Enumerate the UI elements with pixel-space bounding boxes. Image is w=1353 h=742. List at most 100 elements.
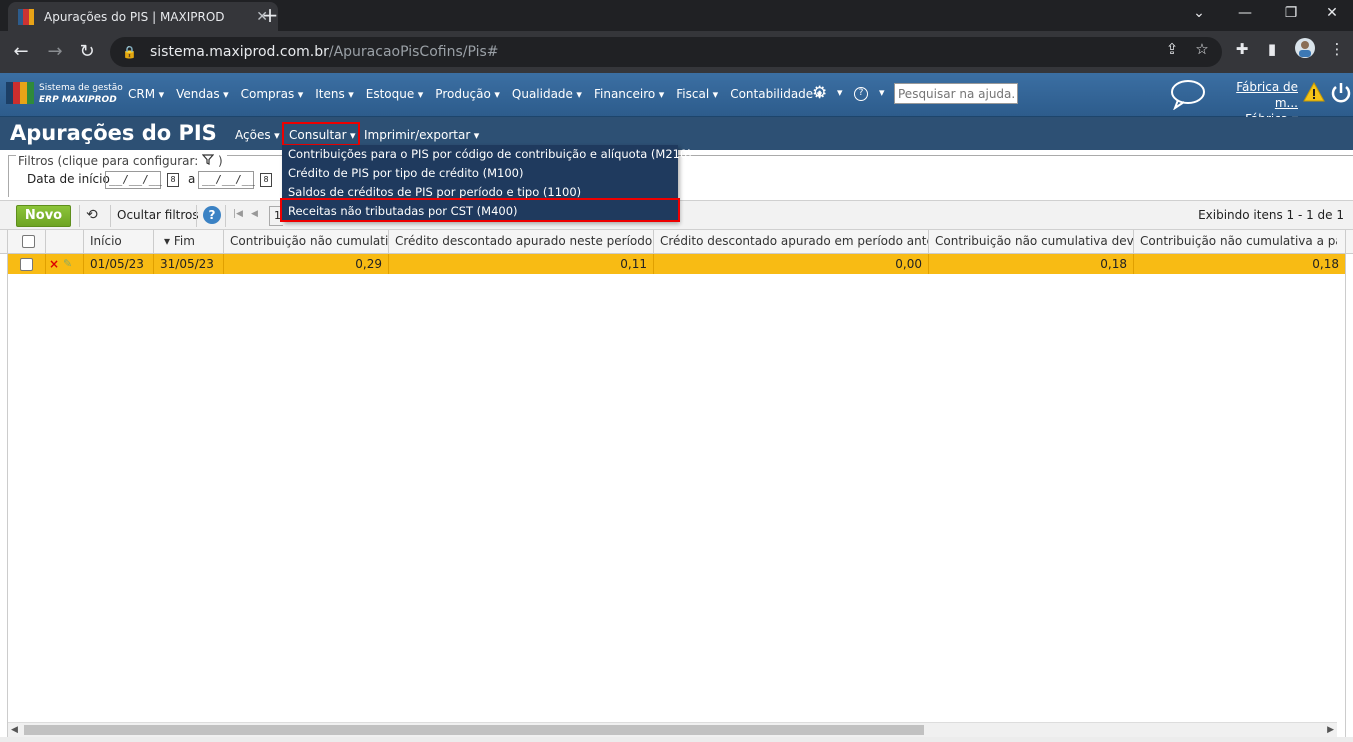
col-credito-periodo[interactable]: Crédito descontado apurado neste período — [389, 230, 654, 254]
company-link[interactable]: Fábrica de m... — [1214, 79, 1298, 111]
cell-contribuicao-pagar: 0,18 — [1312, 257, 1339, 271]
toolbar-separator — [225, 205, 226, 227]
col-contribuicao-devida[interactable]: Contribuição não cumulativa devida — [929, 230, 1134, 254]
row-actions-cell: × ✎ — [46, 254, 84, 274]
settings-dropdown-arrow-icon[interactable]: ▾ — [837, 86, 843, 99]
menu-itens[interactable]: Itens — [315, 87, 354, 101]
m400-highlight — [280, 198, 680, 222]
first-page-icon[interactable]: |◀ — [233, 209, 243, 219]
address-bar[interactable]: 🔒 sistema.maxiprod.com.br/ApuracaoPisCof… — [110, 37, 1222, 67]
scrollbar-thumb[interactable] — [24, 725, 924, 735]
chrome-menu-icon[interactable]: ⋮ — [1325, 37, 1349, 61]
novo-button[interactable]: Novo — [16, 205, 71, 227]
help-icon[interactable]: ? — [854, 87, 868, 101]
scroll-right-icon[interactable]: ▶ — [1327, 723, 1334, 738]
menu-acoes[interactable]: Ações — [235, 128, 280, 142]
calendar-to-icon[interactable]: 8 — [260, 173, 272, 187]
col-fim[interactable]: ▾ Fim — [154, 230, 224, 254]
browser-toolbar: ← → ↻ 🔒 sistema.maxiprod.com.br/Apuracao… — [0, 31, 1353, 73]
col-inicio[interactable]: Início — [84, 230, 154, 254]
logo-text: Sistema de gestão ERP MAXIPROD — [39, 82, 123, 106]
calendar-from-icon[interactable]: 8 — [167, 173, 179, 187]
menu-compras[interactable]: Compras — [241, 87, 304, 101]
extensions-puzzle-icon[interactable]: ✚ — [1230, 37, 1254, 61]
forward-button[interactable]: → — [42, 39, 68, 65]
help-search-input[interactable] — [894, 83, 1018, 104]
ocultar-filtros-button[interactable]: Ocultar filtros — [117, 208, 199, 222]
cell-fim: 31/05/23 — [154, 254, 224, 274]
help-dropdown-arrow-icon[interactable]: ▾ — [879, 86, 885, 99]
date-to-input[interactable]: __/__/__ — [198, 171, 255, 189]
cell-inicio: 01/05/23 — [84, 254, 154, 274]
col-contribuicao[interactable]: Contribuição não cumulativa — [224, 230, 389, 254]
browser-tab[interactable]: Apurações do PIS | MAXIPROD ✕ — [8, 2, 278, 31]
bottom-edge — [0, 737, 1353, 742]
close-window-button[interactable]: ✕ — [1309, 0, 1353, 31]
filter-funnel-icon[interactable] — [201, 154, 218, 168]
date-start-label: Data de início — [27, 172, 110, 186]
browser-tab-bar: Apurações do PIS | MAXIPROD ✕ + ⌄ — ❐ ✕ — [0, 0, 1353, 31]
option-m210[interactable]: Contribuições para o PIS por código de c… — [288, 145, 692, 164]
share-icon[interactable]: ⇪ — [1160, 37, 1184, 61]
consultar-highlight — [282, 122, 360, 146]
menu-producao[interactable]: Produção — [435, 87, 500, 101]
menu-qualidade[interactable]: Qualidade — [512, 87, 582, 101]
menu-fiscal[interactable]: Fiscal — [676, 87, 718, 101]
filters-legend-text: Filtros (clique para configurar: — [18, 154, 199, 168]
bookmark-star-icon[interactable]: ☆ — [1190, 37, 1214, 61]
side-panel-icon[interactable]: ▮ — [1260, 37, 1284, 61]
col-contribuicao-pagar[interactable]: Contribuição não cumulativa a pagar — [1134, 230, 1337, 254]
scroll-left-icon[interactable]: ◀ — [11, 723, 18, 738]
menu-vendas[interactable]: Vendas — [176, 87, 229, 101]
settings-gear-icon[interactable]: ⚙ — [812, 83, 827, 103]
main-menu: CRM Vendas Compras Itens Estoque Produçã… — [128, 87, 834, 101]
table-row[interactable]: × ✎ 01/05/23 31/05/23 0,29 0,11 0,00 0,1… — [8, 254, 1345, 274]
actions-header — [46, 230, 84, 254]
menu-contabilidade[interactable]: Contabilidade — [730, 87, 822, 101]
toolbar-separator — [110, 205, 111, 227]
refresh-icon[interactable]: ⟲ — [86, 207, 98, 223]
grid-help-icon[interactable]: ? — [203, 206, 221, 224]
new-tab-button[interactable]: + — [258, 3, 282, 27]
option-m100[interactable]: Crédito de PIS por tipo de crédito (M100… — [288, 164, 523, 183]
warning-icon[interactable] — [1303, 81, 1325, 102]
menu-imprimir-exportar[interactable]: Imprimir/exportar — [364, 128, 479, 142]
logo-line2: ERP MAXIPROD — [39, 95, 117, 105]
cell-contribuicao-devida: 0,18 — [929, 254, 1134, 274]
delete-row-icon[interactable]: × — [49, 254, 59, 274]
reload-button[interactable]: ↻ — [74, 39, 100, 65]
menu-financeiro[interactable]: Financeiro — [594, 87, 664, 101]
chat-bubble-icon[interactable] — [1170, 78, 1206, 111]
sort-desc-icon: ▾ — [164, 234, 174, 248]
back-button[interactable]: ← — [8, 39, 34, 65]
row-checkbox[interactable] — [20, 258, 33, 271]
menu-crm[interactable]: CRM — [128, 87, 164, 101]
logout-power-icon[interactable] — [1330, 81, 1352, 105]
select-all-header[interactable] — [8, 230, 46, 254]
tab-search-chevron-icon[interactable]: ⌄ — [1176, 0, 1222, 31]
date-range-separator: a — [188, 172, 196, 186]
cell-contribuicao: 0,29 — [224, 254, 389, 274]
minimize-window-button[interactable]: — — [1222, 0, 1268, 31]
profile-avatar[interactable] — [1293, 37, 1317, 61]
menu-estoque[interactable]: Estoque — [366, 87, 424, 101]
browser-tab-title: Apurações do PIS | MAXIPROD — [44, 9, 225, 24]
select-all-checkbox[interactable] — [22, 235, 35, 248]
lock-icon: 🔒 — [122, 45, 137, 59]
maxiprod-logo-icon[interactable] — [6, 82, 34, 104]
col-credito-anterior[interactable]: Crédito descontado apurado em período an… — [654, 230, 929, 254]
app-header: Sistema de gestão ERP MAXIPROD CRM Venda… — [0, 73, 1353, 126]
prev-page-icon[interactable]: ◀ — [251, 209, 258, 219]
maxiprod-favicon-icon — [18, 8, 34, 25]
url-path: /ApuracaoPisCofins/Pis# — [328, 44, 499, 60]
horizontal-scrollbar[interactable]: ◀ ▶ — [8, 722, 1337, 737]
toolbar-separator — [196, 205, 197, 227]
filters-legend[interactable]: Filtros (clique para configurar: ) — [16, 154, 227, 168]
date-from-input[interactable]: __/__/__ — [105, 171, 162, 189]
restore-window-button[interactable]: ❐ — [1268, 0, 1314, 31]
cell-credito-anterior: 0,00 — [654, 254, 929, 274]
items-count-text: Exibindo itens 1 - 1 de 1 — [1198, 208, 1344, 222]
row-select-cell[interactable] — [8, 254, 46, 274]
edit-row-icon[interactable]: ✎ — [63, 254, 72, 274]
col-fim-label: Fim — [173, 234, 195, 248]
